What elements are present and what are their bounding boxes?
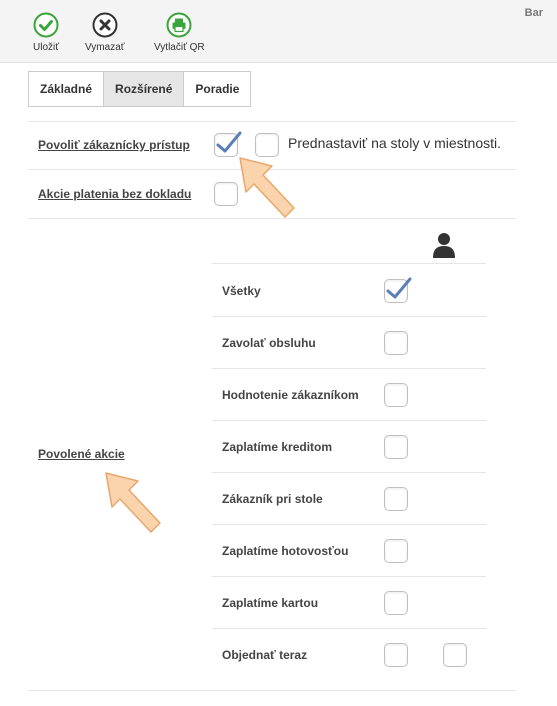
divider <box>28 121 516 122</box>
action-label-order-now: Objednať teraz <box>222 648 308 662</box>
action-label-call-service: Zavolať obsluhu <box>222 336 316 350</box>
check-circle-icon <box>33 12 59 38</box>
tab-bar: Základné Rozšírené Poradie <box>28 71 252 107</box>
allowed-actions-label[interactable]: Povolené akcie <box>38 447 125 461</box>
action-checkbox-cash[interactable] <box>384 539 408 563</box>
divider <box>212 420 486 421</box>
print-qr-button[interactable]: Vytlačiť QR <box>154 12 205 53</box>
save-label: Uložiť <box>33 42 59 53</box>
preset-tables-label: Prednastaviť na stoly v miestnosti. <box>288 135 502 151</box>
divider <box>212 263 486 264</box>
action-label-cash: Zaplatíme hotovosťou <box>222 544 349 558</box>
action-label-all: Všetky <box>222 284 261 298</box>
divider <box>212 368 486 369</box>
action-checkbox-call-service[interactable] <box>384 331 408 355</box>
printer-icon <box>166 12 192 38</box>
clear-button[interactable]: Vymazať <box>85 12 125 53</box>
checkmark-icon <box>386 277 412 299</box>
action-checkbox-rating[interactable] <box>384 383 408 407</box>
action-checkbox-credit[interactable] <box>384 435 408 459</box>
tab-order[interactable]: Poradie <box>184 71 252 107</box>
divider <box>212 316 486 317</box>
action-checkbox-order-now[interactable] <box>384 643 408 667</box>
divider <box>212 472 486 473</box>
x-circle-icon <box>92 12 118 38</box>
divider <box>28 690 516 691</box>
action-label-card: Zaplatíme kartou <box>222 596 319 610</box>
divider <box>212 524 486 525</box>
divider <box>212 576 486 577</box>
section-name: Bar <box>524 7 543 19</box>
action-label-at-table: Zákazník pri stole <box>222 492 323 506</box>
action-checkbox-order-now-customer[interactable] <box>443 643 467 667</box>
action-label-rating: Hodnotenie zákazníkom <box>222 388 359 402</box>
annotation-arrow-icon <box>239 157 295 218</box>
divider <box>212 628 486 629</box>
clear-label: Vymazať <box>85 42 125 53</box>
action-checkbox-all[interactable] <box>384 277 412 303</box>
person-icon <box>433 233 455 258</box>
save-button[interactable]: Uložiť <box>33 12 59 53</box>
customer-access-label[interactable]: Povoliť zákaznícky prístup <box>38 138 190 152</box>
action-checkbox-at-table[interactable] <box>384 487 408 511</box>
tab-basic[interactable]: Základné <box>28 71 105 107</box>
action-checkbox-card[interactable] <box>384 591 408 615</box>
action-label-credit: Zaplatíme kreditom <box>222 440 333 454</box>
print-qr-label: Vytlačiť QR <box>154 42 205 53</box>
tab-advanced[interactable]: Rozšírené <box>104 71 185 107</box>
payment-no-receipt-label[interactable]: Akcie platenia bez dokladu <box>38 187 191 201</box>
annotation-arrow-icon <box>105 472 161 533</box>
toolbar: Uložiť Vymazať Vytlačiť QR Bar <box>0 0 557 63</box>
